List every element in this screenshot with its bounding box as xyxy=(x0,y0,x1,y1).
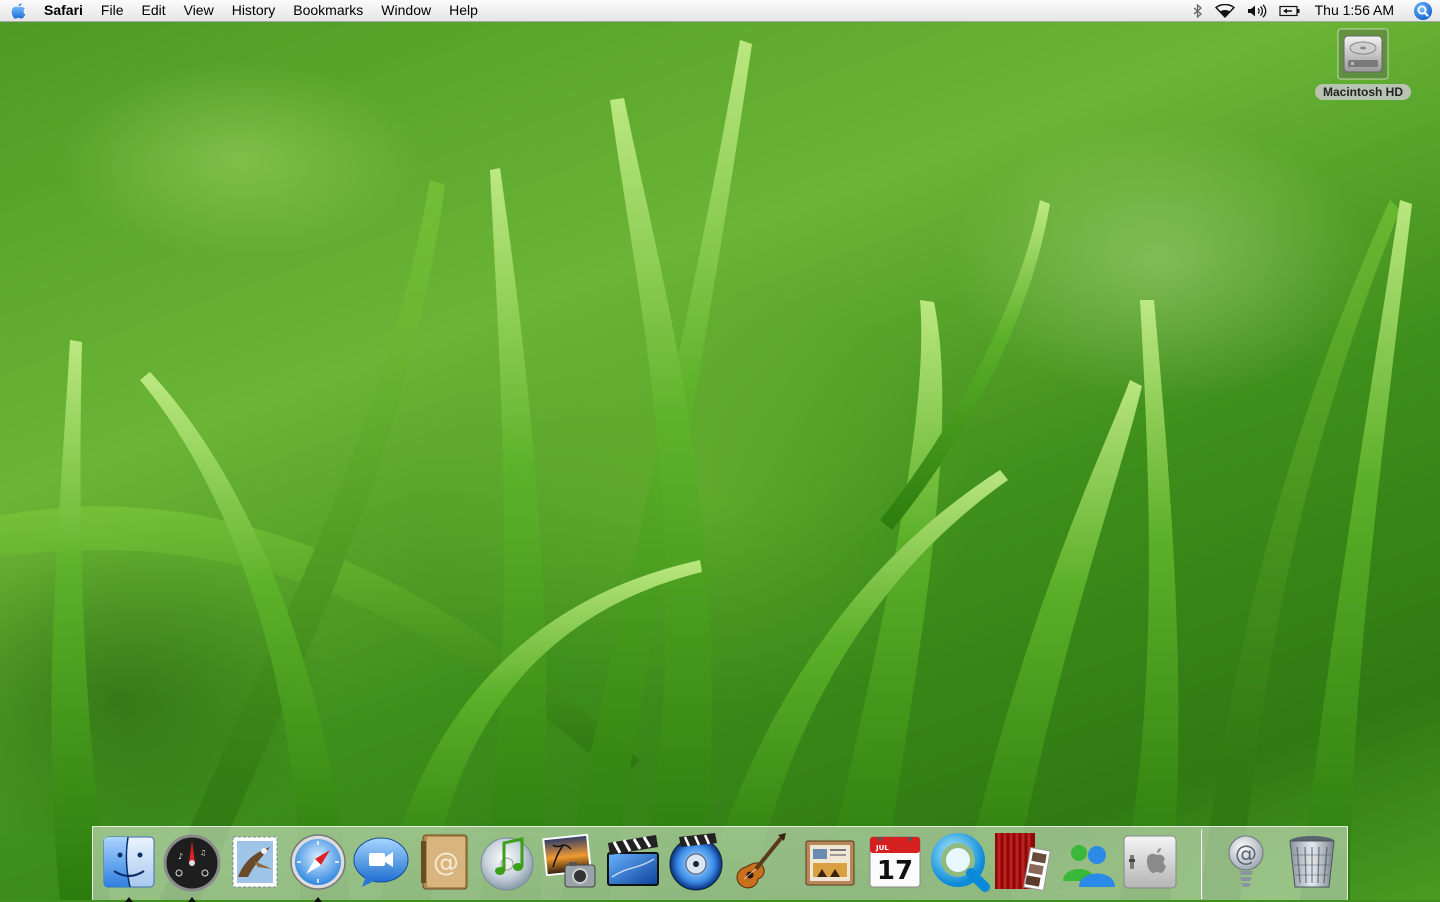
dock-item-trash[interactable] xyxy=(1281,831,1343,893)
dock-item-iweb[interactable] xyxy=(800,831,862,893)
system-preferences-icon[interactable] xyxy=(1119,831,1181,893)
wifi-icon[interactable] xyxy=(1209,0,1241,21)
address-book-icon[interactable]: @ xyxy=(413,831,475,893)
ical-icon[interactable]: JUL 17 xyxy=(864,831,926,893)
spotlight-icon[interactable] xyxy=(1406,0,1440,21)
msn-messenger-icon[interactable] xyxy=(1057,831,1119,893)
ichat-icon[interactable] xyxy=(350,831,412,893)
idvd-icon[interactable] xyxy=(665,831,727,893)
iweb-icon[interactable] xyxy=(800,831,862,893)
ical-month: JUL xyxy=(875,844,889,852)
dock-item-safari[interactable] xyxy=(287,831,349,902)
photo-booth-icon[interactable] xyxy=(991,831,1053,893)
bluetooth-icon[interactable] xyxy=(1187,0,1209,21)
garageband-icon[interactable] xyxy=(728,831,790,893)
menu-clock[interactable]: Thu 1:56 AM xyxy=(1307,0,1406,21)
svg-text:@: @ xyxy=(433,848,459,878)
iphoto-icon[interactable] xyxy=(539,831,601,893)
dock-item-itunes[interactable] xyxy=(476,831,538,893)
dock: ♪ ♫ @ JUL 17 @ xyxy=(92,826,1348,902)
menu-bookmarks[interactable]: Bookmarks xyxy=(284,0,372,21)
desktop-wallpaper xyxy=(0,0,1440,900)
apple-icon[interactable] xyxy=(0,0,36,21)
menu-history[interactable]: History xyxy=(223,0,285,21)
menu-edit[interactable]: Edit xyxy=(132,0,174,21)
dock-item-finder[interactable] xyxy=(98,831,160,902)
downloads-stack-icon[interactable]: @ xyxy=(1215,831,1277,893)
dock-item-idvd[interactable] xyxy=(665,831,727,893)
dock-item-imovie[interactable] xyxy=(602,831,664,893)
menu-window[interactable]: Window xyxy=(372,0,440,21)
trash-icon[interactable] xyxy=(1281,831,1343,893)
menu-file[interactable]: File xyxy=(92,0,133,21)
dock-item-ichat[interactable] xyxy=(350,831,412,893)
itunes-icon[interactable] xyxy=(476,831,538,893)
finder-icon[interactable] xyxy=(98,831,160,893)
ical-day: 17 xyxy=(877,856,913,886)
menu-view[interactable]: View xyxy=(175,0,223,21)
menu-bar-left: Safari File Edit View History Bookmarks … xyxy=(0,0,487,21)
svg-text:♫: ♫ xyxy=(200,849,206,857)
dock-item-photo-booth[interactable] xyxy=(991,831,1053,893)
svg-text:♪: ♪ xyxy=(178,852,183,861)
imovie-icon[interactable] xyxy=(602,831,664,893)
dock-item-address-book[interactable]: @ xyxy=(413,831,475,893)
dock-item-system-preferences[interactable] xyxy=(1119,831,1181,893)
dashboard-icon[interactable]: ♪ ♫ xyxy=(161,831,223,893)
volume-icon[interactable] xyxy=(1241,0,1273,21)
hard-drive-icon[interactable] xyxy=(1337,28,1389,80)
dock-item-ical[interactable]: JUL 17 xyxy=(864,831,926,893)
dock-divider xyxy=(1201,829,1203,899)
dock-item-dashboard[interactable]: ♪ ♫ xyxy=(161,831,223,902)
menu-help[interactable]: Help xyxy=(440,0,487,21)
desktop-icon-macintosh-hd[interactable]: Macintosh HD xyxy=(1308,28,1418,101)
dock-item-downloads[interactable]: @ xyxy=(1215,831,1277,893)
menu-bar: Safari File Edit View History Bookmarks … xyxy=(0,0,1440,22)
svg-text:@: @ xyxy=(1235,842,1257,867)
dock-item-garageband[interactable] xyxy=(728,831,790,893)
safari-icon[interactable] xyxy=(287,831,349,893)
grass-blades xyxy=(0,40,1412,900)
menu-app-name[interactable]: Safari xyxy=(36,0,92,21)
dock-item-iphoto[interactable] xyxy=(539,831,601,893)
dock-item-msn-messenger[interactable] xyxy=(1057,831,1119,893)
battery-icon[interactable] xyxy=(1273,0,1307,21)
quicktime-icon[interactable] xyxy=(929,831,991,893)
mail-icon[interactable] xyxy=(224,831,286,893)
dock-item-quicktime[interactable] xyxy=(929,831,991,893)
menu-bar-right: Thu 1:56 AM xyxy=(1187,0,1440,21)
desktop-icon-label: Macintosh HD xyxy=(1314,84,1411,100)
dock-item-mail[interactable] xyxy=(224,831,286,893)
